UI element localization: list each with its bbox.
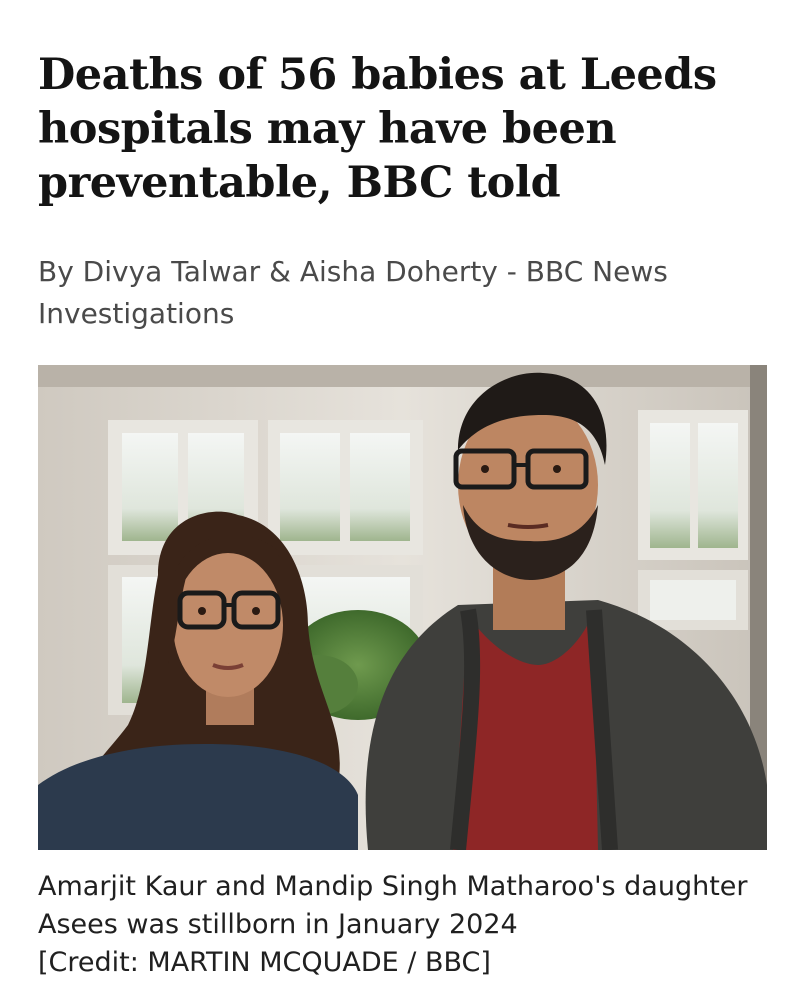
article-byline: By Divya Talwar & Aisha Doherty - BBC Ne… xyxy=(38,255,668,330)
photo-caption-text: Amarjit Kaur and Mandip Singh Matharoo's… xyxy=(38,871,748,940)
photo-caption: Amarjit Kaur and Mandip Singh Matharoo's… xyxy=(38,868,778,982)
article-photo xyxy=(38,365,767,850)
article-headline: Deaths of 56 babies at Leeds hospitals m… xyxy=(38,50,717,208)
photo-credit: [Credit: MARTIN MCQUADE / BBC] xyxy=(38,947,491,978)
